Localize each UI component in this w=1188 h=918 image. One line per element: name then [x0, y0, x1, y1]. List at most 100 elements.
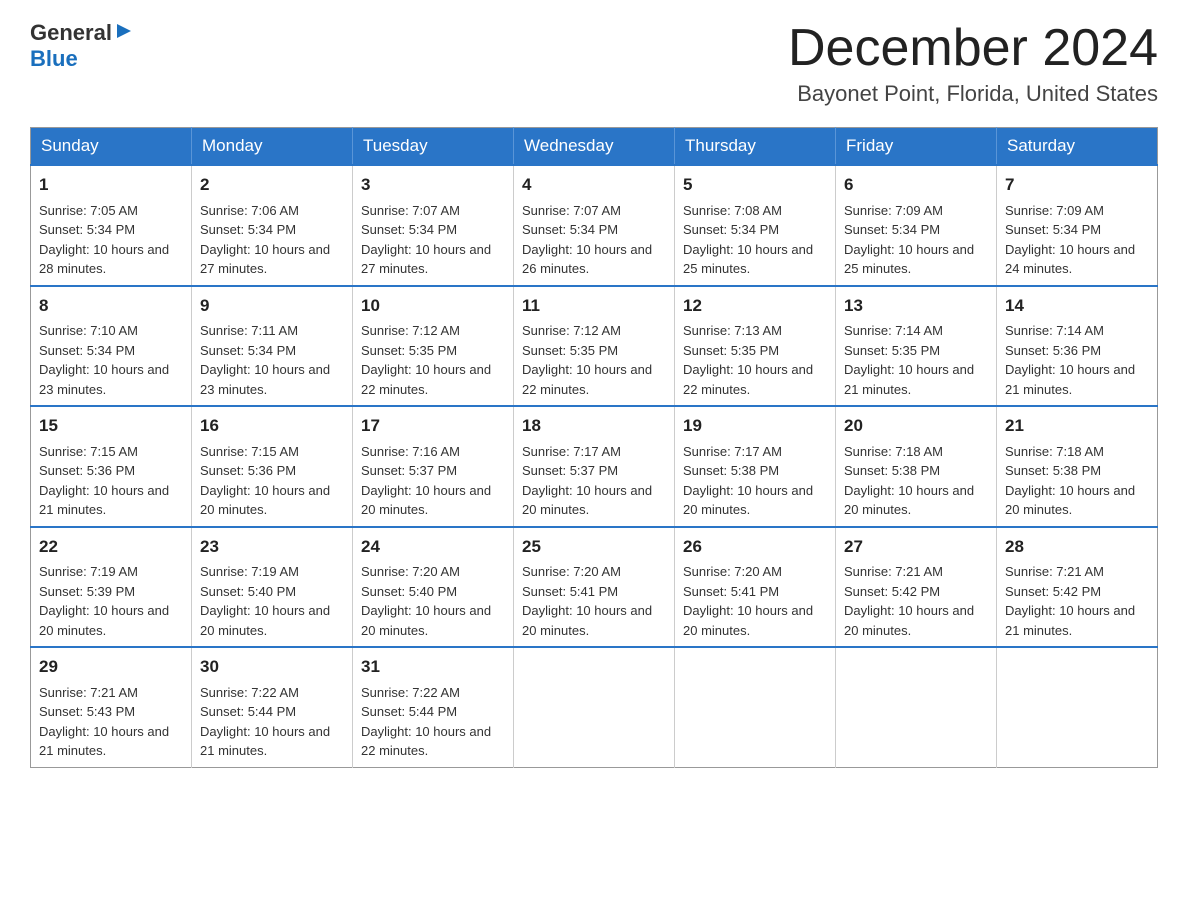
day-info: Sunrise: 7:16 AMSunset: 5:37 PMDaylight:… [361, 444, 491, 518]
day-info: Sunrise: 7:21 AMSunset: 5:42 PMDaylight:… [1005, 564, 1135, 638]
day-number: 10 [361, 293, 505, 319]
day-info: Sunrise: 7:09 AMSunset: 5:34 PMDaylight:… [844, 203, 974, 277]
calendar-cell: 1 Sunrise: 7:05 AMSunset: 5:34 PMDayligh… [31, 165, 192, 286]
calendar-cell: 7 Sunrise: 7:09 AMSunset: 5:34 PMDayligh… [997, 165, 1158, 286]
calendar-header-row: SundayMondayTuesdayWednesdayThursdayFrid… [31, 128, 1158, 166]
day-info: Sunrise: 7:22 AMSunset: 5:44 PMDaylight:… [200, 685, 330, 759]
day-info: Sunrise: 7:17 AMSunset: 5:37 PMDaylight:… [522, 444, 652, 518]
day-number: 29 [39, 654, 183, 680]
day-number: 13 [844, 293, 988, 319]
calendar-cell: 22 Sunrise: 7:19 AMSunset: 5:39 PMDaylig… [31, 527, 192, 648]
weekday-header-wednesday: Wednesday [514, 128, 675, 166]
day-info: Sunrise: 7:07 AMSunset: 5:34 PMDaylight:… [522, 203, 652, 277]
day-info: Sunrise: 7:10 AMSunset: 5:34 PMDaylight:… [39, 323, 169, 397]
day-info: Sunrise: 7:17 AMSunset: 5:38 PMDaylight:… [683, 444, 813, 518]
day-info: Sunrise: 7:18 AMSunset: 5:38 PMDaylight:… [844, 444, 974, 518]
day-number: 20 [844, 413, 988, 439]
calendar-table: SundayMondayTuesdayWednesdayThursdayFrid… [30, 127, 1158, 768]
day-number: 17 [361, 413, 505, 439]
logo-triangle-icon [115, 22, 133, 40]
weekday-header-friday: Friday [836, 128, 997, 166]
month-title: December 2024 [788, 20, 1158, 77]
day-number: 5 [683, 172, 827, 198]
logo: General Blue [30, 20, 133, 73]
calendar-cell: 6 Sunrise: 7:09 AMSunset: 5:34 PMDayligh… [836, 165, 997, 286]
day-info: Sunrise: 7:19 AMSunset: 5:40 PMDaylight:… [200, 564, 330, 638]
location-subtitle: Bayonet Point, Florida, United States [788, 81, 1158, 107]
calendar-cell: 5 Sunrise: 7:08 AMSunset: 5:34 PMDayligh… [675, 165, 836, 286]
calendar-cell: 23 Sunrise: 7:19 AMSunset: 5:40 PMDaylig… [192, 527, 353, 648]
day-info: Sunrise: 7:12 AMSunset: 5:35 PMDaylight:… [361, 323, 491, 397]
day-number: 1 [39, 172, 183, 198]
day-info: Sunrise: 7:14 AMSunset: 5:35 PMDaylight:… [844, 323, 974, 397]
day-info: Sunrise: 7:15 AMSunset: 5:36 PMDaylight:… [39, 444, 169, 518]
calendar-cell [514, 647, 675, 767]
calendar-cell: 4 Sunrise: 7:07 AMSunset: 5:34 PMDayligh… [514, 165, 675, 286]
calendar-cell [836, 647, 997, 767]
calendar-cell: 3 Sunrise: 7:07 AMSunset: 5:34 PMDayligh… [353, 165, 514, 286]
day-info: Sunrise: 7:05 AMSunset: 5:34 PMDaylight:… [39, 203, 169, 277]
calendar-cell: 8 Sunrise: 7:10 AMSunset: 5:34 PMDayligh… [31, 286, 192, 407]
day-number: 23 [200, 534, 344, 560]
day-number: 14 [1005, 293, 1149, 319]
weekday-header-tuesday: Tuesday [353, 128, 514, 166]
day-info: Sunrise: 7:06 AMSunset: 5:34 PMDaylight:… [200, 203, 330, 277]
day-number: 31 [361, 654, 505, 680]
day-info: Sunrise: 7:22 AMSunset: 5:44 PMDaylight:… [361, 685, 491, 759]
calendar-cell [675, 647, 836, 767]
calendar-cell: 20 Sunrise: 7:18 AMSunset: 5:38 PMDaylig… [836, 406, 997, 527]
day-info: Sunrise: 7:19 AMSunset: 5:39 PMDaylight:… [39, 564, 169, 638]
calendar-cell: 27 Sunrise: 7:21 AMSunset: 5:42 PMDaylig… [836, 527, 997, 648]
calendar-cell: 2 Sunrise: 7:06 AMSunset: 5:34 PMDayligh… [192, 165, 353, 286]
calendar-week-2: 8 Sunrise: 7:10 AMSunset: 5:34 PMDayligh… [31, 286, 1158, 407]
day-number: 21 [1005, 413, 1149, 439]
calendar-cell: 13 Sunrise: 7:14 AMSunset: 5:35 PMDaylig… [836, 286, 997, 407]
calendar-cell: 9 Sunrise: 7:11 AMSunset: 5:34 PMDayligh… [192, 286, 353, 407]
calendar-cell: 15 Sunrise: 7:15 AMSunset: 5:36 PMDaylig… [31, 406, 192, 527]
calendar-week-3: 15 Sunrise: 7:15 AMSunset: 5:36 PMDaylig… [31, 406, 1158, 527]
calendar-week-1: 1 Sunrise: 7:05 AMSunset: 5:34 PMDayligh… [31, 165, 1158, 286]
calendar-week-4: 22 Sunrise: 7:19 AMSunset: 5:39 PMDaylig… [31, 527, 1158, 648]
day-number: 12 [683, 293, 827, 319]
day-number: 27 [844, 534, 988, 560]
day-number: 28 [1005, 534, 1149, 560]
calendar-cell: 25 Sunrise: 7:20 AMSunset: 5:41 PMDaylig… [514, 527, 675, 648]
day-number: 25 [522, 534, 666, 560]
day-number: 16 [200, 413, 344, 439]
calendar-cell: 10 Sunrise: 7:12 AMSunset: 5:35 PMDaylig… [353, 286, 514, 407]
calendar-cell: 18 Sunrise: 7:17 AMSunset: 5:37 PMDaylig… [514, 406, 675, 527]
day-number: 19 [683, 413, 827, 439]
calendar-cell: 28 Sunrise: 7:21 AMSunset: 5:42 PMDaylig… [997, 527, 1158, 648]
weekday-header-monday: Monday [192, 128, 353, 166]
calendar-week-5: 29 Sunrise: 7:21 AMSunset: 5:43 PMDaylig… [31, 647, 1158, 767]
calendar-cell: 29 Sunrise: 7:21 AMSunset: 5:43 PMDaylig… [31, 647, 192, 767]
calendar-cell: 30 Sunrise: 7:22 AMSunset: 5:44 PMDaylig… [192, 647, 353, 767]
weekday-header-saturday: Saturday [997, 128, 1158, 166]
day-number: 3 [361, 172, 505, 198]
weekday-header-sunday: Sunday [31, 128, 192, 166]
day-info: Sunrise: 7:18 AMSunset: 5:38 PMDaylight:… [1005, 444, 1135, 518]
day-number: 2 [200, 172, 344, 198]
day-info: Sunrise: 7:07 AMSunset: 5:34 PMDaylight:… [361, 203, 491, 277]
day-info: Sunrise: 7:11 AMSunset: 5:34 PMDaylight:… [200, 323, 330, 397]
day-info: Sunrise: 7:21 AMSunset: 5:43 PMDaylight:… [39, 685, 169, 759]
day-number: 24 [361, 534, 505, 560]
page-header: General Blue December 2024 Bayonet Point… [30, 20, 1158, 107]
day-number: 11 [522, 293, 666, 319]
day-number: 18 [522, 413, 666, 439]
day-info: Sunrise: 7:09 AMSunset: 5:34 PMDaylight:… [1005, 203, 1135, 277]
day-info: Sunrise: 7:15 AMSunset: 5:36 PMDaylight:… [200, 444, 330, 518]
day-number: 30 [200, 654, 344, 680]
day-number: 7 [1005, 172, 1149, 198]
weekday-header-thursday: Thursday [675, 128, 836, 166]
title-section: December 2024 Bayonet Point, Florida, Un… [788, 20, 1158, 107]
day-info: Sunrise: 7:20 AMSunset: 5:41 PMDaylight:… [522, 564, 652, 638]
calendar-cell: 24 Sunrise: 7:20 AMSunset: 5:40 PMDaylig… [353, 527, 514, 648]
day-info: Sunrise: 7:21 AMSunset: 5:42 PMDaylight:… [844, 564, 974, 638]
calendar-cell [997, 647, 1158, 767]
logo-general-text: General [30, 20, 112, 46]
day-number: 8 [39, 293, 183, 319]
day-number: 9 [200, 293, 344, 319]
day-info: Sunrise: 7:14 AMSunset: 5:36 PMDaylight:… [1005, 323, 1135, 397]
calendar-cell: 14 Sunrise: 7:14 AMSunset: 5:36 PMDaylig… [997, 286, 1158, 407]
